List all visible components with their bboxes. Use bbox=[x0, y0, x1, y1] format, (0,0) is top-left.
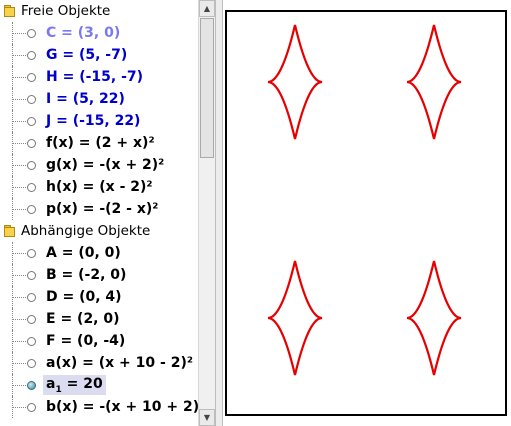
tree-connector bbox=[12, 308, 26, 330]
tree-connector bbox=[12, 352, 26, 374]
algebra-view: Freie Objekte C = (3, 0) G = (5, -7) H = (-… bbox=[0, 0, 198, 426]
parabola-shape[interactable] bbox=[267, 260, 323, 376]
visibility-toggle-icon[interactable] bbox=[27, 116, 36, 126]
object-label: g(x) = -(x + 2)² bbox=[46, 157, 165, 173]
parabola-shape[interactable] bbox=[406, 24, 462, 140]
tree-connector bbox=[12, 396, 26, 418]
tree-connector bbox=[12, 154, 26, 176]
graphics-canvas[interactable] bbox=[223, 0, 511, 426]
object-item[interactable]: f(x) = (2 + x)² bbox=[0, 132, 198, 154]
tree-connector bbox=[12, 286, 26, 308]
object-item[interactable]: D = (0, 4) bbox=[0, 286, 198, 308]
tree-connector bbox=[12, 88, 26, 110]
visibility-toggle-icon[interactable] bbox=[27, 72, 36, 82]
tree-connector bbox=[12, 198, 26, 220]
object-item[interactable]: F = (0, -4) bbox=[0, 330, 198, 352]
arrow-down-icon: ▼ bbox=[203, 413, 211, 422]
object-label: f(x) = (2 + x)² bbox=[46, 135, 155, 151]
tree-connector bbox=[12, 264, 26, 286]
object-item[interactable]: A = (0, 0) bbox=[0, 242, 198, 264]
visibility-toggle-icon[interactable] bbox=[27, 182, 36, 192]
algebra-scrollbar[interactable]: ▲ ▼ bbox=[198, 0, 215, 426]
object-label: b(x) = -(x + 10 + 2)² bbox=[46, 399, 198, 415]
graphics-view[interactable] bbox=[223, 0, 511, 426]
tree-connector bbox=[12, 330, 26, 352]
tree-connector bbox=[12, 44, 26, 66]
visibility-toggle-icon[interactable] bbox=[27, 270, 36, 280]
object-item[interactable]: a(x) = (x + 10 - 2)² bbox=[0, 352, 198, 374]
object-item[interactable]: J = (-15, 22) bbox=[0, 110, 198, 132]
visibility-toggle-icon[interactable] bbox=[27, 50, 36, 60]
group-header[interactable]: Freie Objekte bbox=[0, 0, 198, 22]
object-label: E = (2, 0) bbox=[46, 311, 120, 327]
tree-connector bbox=[12, 176, 26, 198]
object-label: G = (5, -7) bbox=[46, 47, 128, 63]
tree-connector bbox=[12, 66, 26, 88]
object-label: a1 = 20 bbox=[43, 374, 106, 396]
object-item[interactable]: G = (5, -7) bbox=[0, 44, 198, 66]
object-label: D = (0, 4) bbox=[46, 289, 122, 305]
visibility-toggle-icon[interactable] bbox=[27, 292, 36, 302]
group-header[interactable]: Abhängige Objekte bbox=[0, 220, 198, 242]
object-label: J = (-15, 22) bbox=[46, 113, 141, 129]
object-tree: Freie Objekte C = (3, 0) G = (5, -7) H = (-… bbox=[0, 0, 198, 418]
visibility-toggle-icon[interactable] bbox=[27, 28, 36, 38]
parabola-shape[interactable] bbox=[406, 260, 462, 376]
object-label: H = (-15, -7) bbox=[46, 69, 144, 85]
tree-connector bbox=[12, 374, 26, 396]
tree-connector bbox=[12, 132, 26, 154]
object-label: B = (-2, 0) bbox=[46, 267, 127, 283]
visibility-toggle-icon[interactable] bbox=[27, 380, 36, 390]
object-label: F = (0, -4) bbox=[46, 333, 126, 349]
object-item[interactable]: B = (-2, 0) bbox=[0, 264, 198, 286]
object-label: a(x) = (x + 10 - 2)² bbox=[46, 355, 193, 371]
tree-connector bbox=[12, 242, 26, 264]
arrow-up-icon: ▲ bbox=[203, 4, 211, 13]
object-label: C = (3, 0) bbox=[46, 25, 121, 41]
visibility-toggle-icon[interactable] bbox=[27, 138, 36, 148]
visibility-toggle-icon[interactable] bbox=[27, 160, 36, 170]
parabola-shape[interactable] bbox=[267, 24, 323, 140]
visibility-toggle-icon[interactable] bbox=[27, 358, 36, 368]
scroll-thumb[interactable] bbox=[200, 18, 214, 158]
object-item[interactable]: H = (-15, -7) bbox=[0, 66, 198, 88]
object-item[interactable]: b(x) = -(x + 10 + 2)² bbox=[0, 396, 198, 418]
group-title: Freie Objekte bbox=[21, 3, 111, 19]
visibility-toggle-icon[interactable] bbox=[27, 204, 36, 214]
object-label: h(x) = (x - 2)² bbox=[46, 179, 153, 195]
object-item[interactable]: I = (5, 22) bbox=[0, 88, 198, 110]
tree-connector bbox=[12, 22, 26, 44]
object-item[interactable]: C = (3, 0) bbox=[0, 22, 198, 44]
visibility-toggle-icon[interactable] bbox=[27, 336, 36, 346]
object-item[interactable]: p(x) = -(2 - x)² bbox=[0, 198, 198, 220]
object-item[interactable]: h(x) = (x - 2)² bbox=[0, 176, 198, 198]
folder-icon bbox=[4, 225, 15, 237]
object-item[interactable]: E = (2, 0) bbox=[0, 308, 198, 330]
object-label: p(x) = -(2 - x)² bbox=[46, 201, 159, 217]
visibility-toggle-icon[interactable] bbox=[27, 402, 36, 412]
folder-icon bbox=[4, 5, 15, 17]
visibility-toggle-icon[interactable] bbox=[27, 314, 36, 324]
group-title: Abhängige Objekte bbox=[21, 223, 151, 239]
graphics-frame bbox=[225, 10, 507, 416]
object-label: I = (5, 22) bbox=[46, 91, 125, 107]
scroll-down-button[interactable]: ▼ bbox=[199, 409, 215, 426]
visibility-toggle-icon[interactable] bbox=[27, 94, 36, 104]
split-divider[interactable] bbox=[215, 0, 223, 426]
tree-connector bbox=[12, 110, 26, 132]
object-item[interactable]: a1 = 20 bbox=[0, 374, 198, 396]
scroll-up-button[interactable]: ▲ bbox=[199, 0, 215, 17]
object-item[interactable]: g(x) = -(x + 2)² bbox=[0, 154, 198, 176]
object-label: A = (0, 0) bbox=[46, 245, 121, 261]
visibility-toggle-icon[interactable] bbox=[27, 248, 36, 258]
